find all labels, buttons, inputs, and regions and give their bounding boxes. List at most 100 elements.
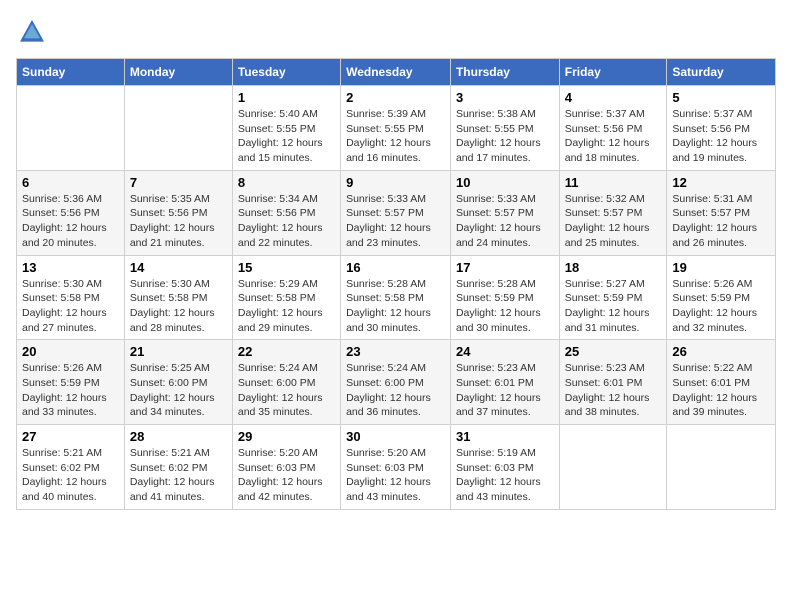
day-number: 23 [346,344,445,359]
calendar-cell: 12Sunrise: 5:31 AM Sunset: 5:57 PM Dayli… [667,170,776,255]
day-info: Sunrise: 5:26 AM Sunset: 5:59 PM Dayligh… [672,277,770,336]
day-info: Sunrise: 5:38 AM Sunset: 5:55 PM Dayligh… [456,107,554,166]
day-info: Sunrise: 5:40 AM Sunset: 5:55 PM Dayligh… [238,107,335,166]
calendar-cell: 15 Sunrise: 5:29 AM Sunset: 5:58 PM Dayli… [232,255,340,340]
day-info: Sunrise: 5:30 AM Sunset: 5:58 PM Dayligh… [130,277,227,336]
calendar-header-row: SundayMondayTuesdayWednesdayThursdayFrid… [17,59,776,86]
header-wednesday: Wednesday [341,59,451,86]
day-number: 20 [22,344,119,359]
calendar-week-5: 27Sunrise: 5:21 AM Sunset: 6:02 PM Dayli… [17,425,776,510]
calendar-cell: 23 Sunrise: 5:24 AM Sunset: 6:00 PM Dayli… [341,340,451,425]
calendar-cell [667,425,776,510]
calendar-cell: 31 Sunrise: 5:19 AM Sunset: 6:03 PM Dayli… [450,425,559,510]
calendar-cell: 22Sunrise: 5:24 AM Sunset: 6:00 PM Dayli… [232,340,340,425]
calendar-cell: 16 Sunrise: 5:28 AM Sunset: 5:58 PM Dayli… [341,255,451,340]
calendar-cell: 20 Sunrise: 5:26 AM Sunset: 5:59 PM Dayli… [17,340,125,425]
day-info: Sunrise: 5:19 AM Sunset: 6:03 PM Dayligh… [456,446,554,505]
calendar-cell [124,86,232,171]
day-info: Sunrise: 5:28 AM Sunset: 5:58 PM Dayligh… [346,277,445,336]
day-number: 25 [565,344,662,359]
day-info: Sunrise: 5:36 AM Sunset: 5:56 PM Dayligh… [22,192,119,251]
day-number: 2 [346,90,445,105]
day-info: Sunrise: 5:29 AM Sunset: 5:58 PM Dayligh… [238,277,335,336]
calendar-cell [559,425,667,510]
calendar-cell: 29 Sunrise: 5:20 AM Sunset: 6:03 PM Dayli… [232,425,340,510]
day-info: Sunrise: 5:27 AM Sunset: 5:59 PM Dayligh… [565,277,662,336]
day-info: Sunrise: 5:35 AM Sunset: 5:56 PM Dayligh… [130,192,227,251]
calendar-cell: 2 Sunrise: 5:39 AM Sunset: 5:55 PM Daylig… [341,86,451,171]
calendar-cell: 11Sunrise: 5:32 AM Sunset: 5:57 PM Dayli… [559,170,667,255]
calendar-cell [17,86,125,171]
day-info: Sunrise: 5:26 AM Sunset: 5:59 PM Dayligh… [22,361,119,420]
day-info: Sunrise: 5:33 AM Sunset: 5:57 PM Dayligh… [346,192,445,251]
day-number: 15 [238,260,335,275]
day-number: 4 [565,90,662,105]
calendar-cell: 17 Sunrise: 5:28 AM Sunset: 5:59 PM Dayli… [450,255,559,340]
day-info: Sunrise: 5:25 AM Sunset: 6:00 PM Dayligh… [130,361,227,420]
day-info: Sunrise: 5:23 AM Sunset: 6:01 PM Dayligh… [565,361,662,420]
calendar-cell: 28 Sunrise: 5:21 AM Sunset: 6:02 PM Dayli… [124,425,232,510]
logo-icon [16,16,48,48]
day-number: 30 [346,429,445,444]
header-saturday: Saturday [667,59,776,86]
calendar-cell: 7 Sunrise: 5:35 AM Sunset: 5:56 PM Daylig… [124,170,232,255]
calendar-cell: 21Sunrise: 5:25 AM Sunset: 6:00 PM Dayli… [124,340,232,425]
calendar-week-4: 20 Sunrise: 5:26 AM Sunset: 5:59 PM Dayli… [17,340,776,425]
header-thursday: Thursday [450,59,559,86]
day-number: 8 [238,175,335,190]
calendar-cell: 13 Sunrise: 5:30 AM Sunset: 5:58 PM Dayli… [17,255,125,340]
header-tuesday: Tuesday [232,59,340,86]
calendar-cell: 26 Sunrise: 5:22 AM Sunset: 6:01 PM Dayli… [667,340,776,425]
day-info: Sunrise: 5:33 AM Sunset: 5:57 PM Dayligh… [456,192,554,251]
day-info: Sunrise: 5:39 AM Sunset: 5:55 PM Dayligh… [346,107,445,166]
day-info: Sunrise: 5:30 AM Sunset: 5:58 PM Dayligh… [22,277,119,336]
calendar-cell: 6 Sunrise: 5:36 AM Sunset: 5:56 PM Daylig… [17,170,125,255]
day-info: Sunrise: 5:37 AM Sunset: 5:56 PM Dayligh… [672,107,770,166]
calendar-cell: 30 Sunrise: 5:20 AM Sunset: 6:03 PM Dayli… [341,425,451,510]
calendar-cell: 25 Sunrise: 5:23 AM Sunset: 6:01 PM Dayli… [559,340,667,425]
calendar-cell: 27Sunrise: 5:21 AM Sunset: 6:02 PM Dayli… [17,425,125,510]
day-number: 26 [672,344,770,359]
logo [16,16,52,48]
day-info: Sunrise: 5:24 AM Sunset: 6:00 PM Dayligh… [346,361,445,420]
day-number: 29 [238,429,335,444]
day-info: Sunrise: 5:22 AM Sunset: 6:01 PM Dayligh… [672,361,770,420]
day-info: Sunrise: 5:34 AM Sunset: 5:56 PM Dayligh… [238,192,335,251]
day-number: 12 [672,175,770,190]
day-info: Sunrise: 5:23 AM Sunset: 6:01 PM Dayligh… [456,361,554,420]
header-sunday: Sunday [17,59,125,86]
day-number: 19 [672,260,770,275]
calendar-cell: 14 Sunrise: 5:30 AM Sunset: 5:58 PM Dayli… [124,255,232,340]
day-number: 6 [22,175,119,190]
calendar-cell: 18 Sunrise: 5:27 AM Sunset: 5:59 PM Dayli… [559,255,667,340]
day-number: 24 [456,344,554,359]
calendar-cell: 10 Sunrise: 5:33 AM Sunset: 5:57 PM Dayli… [450,170,559,255]
header-monday: Monday [124,59,232,86]
day-number: 31 [456,429,554,444]
day-number: 17 [456,260,554,275]
day-info: Sunrise: 5:20 AM Sunset: 6:03 PM Dayligh… [346,446,445,505]
calendar-cell: 24 Sunrise: 5:23 AM Sunset: 6:01 PM Dayli… [450,340,559,425]
calendar-cell: 1Sunrise: 5:40 AM Sunset: 5:55 PM Daylig… [232,86,340,171]
calendar-week-1: 1Sunrise: 5:40 AM Sunset: 5:55 PM Daylig… [17,86,776,171]
calendar-cell: 19 Sunrise: 5:26 AM Sunset: 5:59 PM Dayli… [667,255,776,340]
day-number: 22 [238,344,335,359]
day-info: Sunrise: 5:37 AM Sunset: 5:56 PM Dayligh… [565,107,662,166]
calendar-week-3: 13 Sunrise: 5:30 AM Sunset: 5:58 PM Dayli… [17,255,776,340]
day-info: Sunrise: 5:21 AM Sunset: 6:02 PM Dayligh… [130,446,227,505]
day-info: Sunrise: 5:20 AM Sunset: 6:03 PM Dayligh… [238,446,335,505]
day-number: 9 [346,175,445,190]
day-info: Sunrise: 5:32 AM Sunset: 5:57 PM Dayligh… [565,192,662,251]
day-number: 14 [130,260,227,275]
day-number: 5 [672,90,770,105]
day-number: 13 [22,260,119,275]
day-number: 16 [346,260,445,275]
day-number: 18 [565,260,662,275]
calendar-week-2: 6 Sunrise: 5:36 AM Sunset: 5:56 PM Daylig… [17,170,776,255]
header-friday: Friday [559,59,667,86]
calendar-cell: 9 Sunrise: 5:33 AM Sunset: 5:57 PM Daylig… [341,170,451,255]
day-number: 7 [130,175,227,190]
day-number: 10 [456,175,554,190]
day-number: 28 [130,429,227,444]
day-info: Sunrise: 5:28 AM Sunset: 5:59 PM Dayligh… [456,277,554,336]
